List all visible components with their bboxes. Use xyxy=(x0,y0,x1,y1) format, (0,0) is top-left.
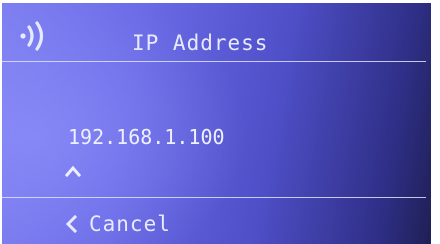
ip-address-value[interactable]: 192.168.1.100 xyxy=(68,125,225,149)
page-title: IP Address xyxy=(132,31,269,55)
caret-up-icon xyxy=(65,165,81,177)
device-screen: IP Address 192.168.1.100 Cancel xyxy=(2,3,431,244)
wireless-signal-icon xyxy=(20,21,44,51)
footer-divider xyxy=(2,197,426,198)
header-divider xyxy=(2,61,426,62)
header: IP Address xyxy=(2,3,431,61)
chevron-left-icon xyxy=(65,215,78,233)
cancel-button[interactable]: Cancel xyxy=(64,209,171,239)
footer: Cancel xyxy=(2,199,431,244)
cancel-label: Cancel xyxy=(89,212,171,236)
